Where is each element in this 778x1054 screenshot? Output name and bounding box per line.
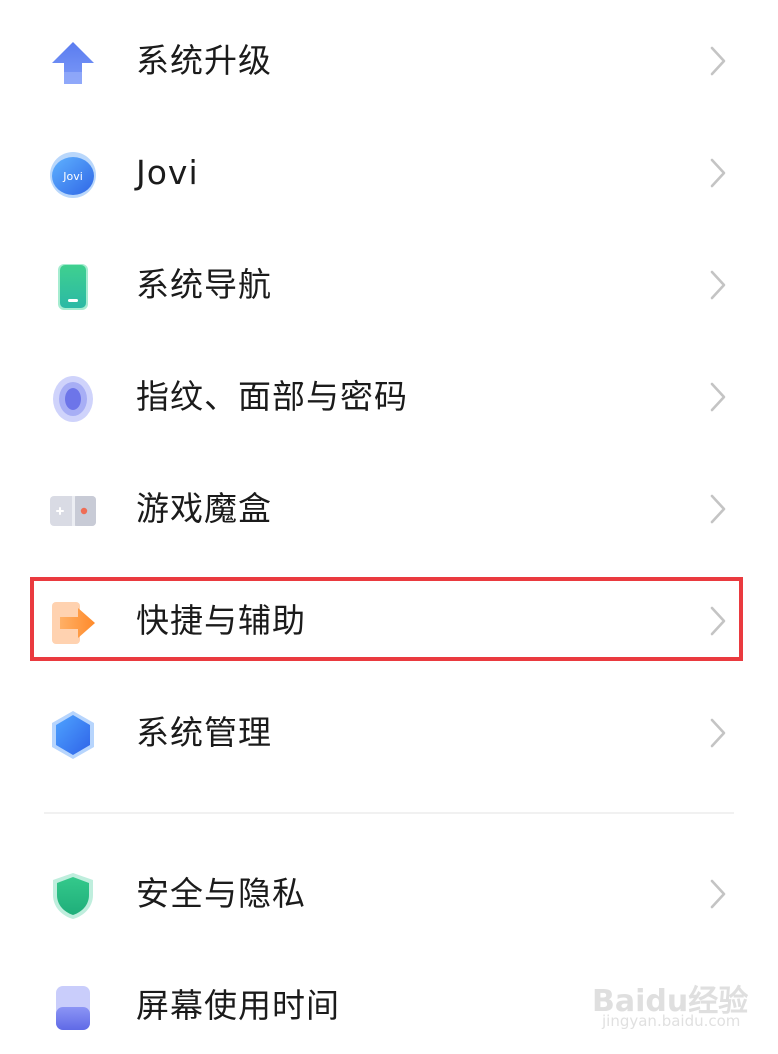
- shortcut-arrow-icon: [48, 598, 98, 648]
- chevron-right-icon: [705, 716, 731, 750]
- baidu-watermark: Baidu经验 jingyan.baidu.com: [592, 976, 748, 1036]
- settings-item-label: 游戏魔盒: [136, 489, 272, 528]
- svg-text:Jovi: Jovi: [62, 170, 83, 183]
- settings-item-jovi[interactable]: Jovi Jovi: [0, 117, 778, 229]
- jovi-icon: Jovi: [48, 150, 98, 200]
- chevron-right-icon: [705, 877, 731, 911]
- settings-item-system-management[interactable]: 系统管理: [0, 677, 778, 789]
- settings-item-label: 快捷与辅助: [136, 601, 306, 640]
- settings-item-system-update[interactable]: 系统升级: [0, 5, 778, 117]
- shield-icon: [48, 871, 98, 921]
- settings-item-label: 屏幕使用时间: [136, 986, 340, 1025]
- chevron-right-icon: [705, 604, 731, 638]
- settings-item-label: Jovi: [136, 153, 199, 192]
- settings-item-fingerprint-face-password[interactable]: 指纹、面部与密码: [0, 341, 778, 453]
- watermark-sub: jingyan.baidu.com: [602, 1012, 741, 1030]
- fingerprint-icon: [48, 374, 98, 424]
- chevron-right-icon: [705, 156, 731, 190]
- section-divider: [44, 812, 734, 814]
- settings-item-label: 指纹、面部与密码: [136, 377, 408, 416]
- game-box-icon: [48, 486, 98, 536]
- settings-item-label: 安全与隐私: [136, 874, 306, 913]
- settings-item-label: 系统升级: [136, 41, 272, 80]
- chevron-right-icon: [705, 44, 731, 78]
- settings-item-shortcuts-accessibility[interactable]: 快捷与辅助: [0, 565, 778, 677]
- arrow-up-icon: [48, 38, 98, 88]
- hexagon-icon: [48, 710, 98, 760]
- settings-screen: 系统升级 Jovi Jovi 系统导航 指纹、面部与密码 游戏魔盒 快捷与辅助 …: [0, 0, 778, 1054]
- settings-item-game-box[interactable]: 游戏魔盒: [0, 453, 778, 565]
- chevron-right-icon: [705, 380, 731, 414]
- settings-item-label: 系统管理: [136, 713, 272, 752]
- chevron-right-icon: [705, 268, 731, 302]
- phone-icon: [48, 262, 98, 312]
- settings-item-system-navigation[interactable]: 系统导航: [0, 229, 778, 341]
- settings-item-security-privacy[interactable]: 安全与隐私: [0, 838, 778, 950]
- settings-item-label: 系统导航: [136, 265, 272, 304]
- hourglass-icon: [48, 983, 98, 1033]
- chevron-right-icon: [705, 492, 731, 526]
